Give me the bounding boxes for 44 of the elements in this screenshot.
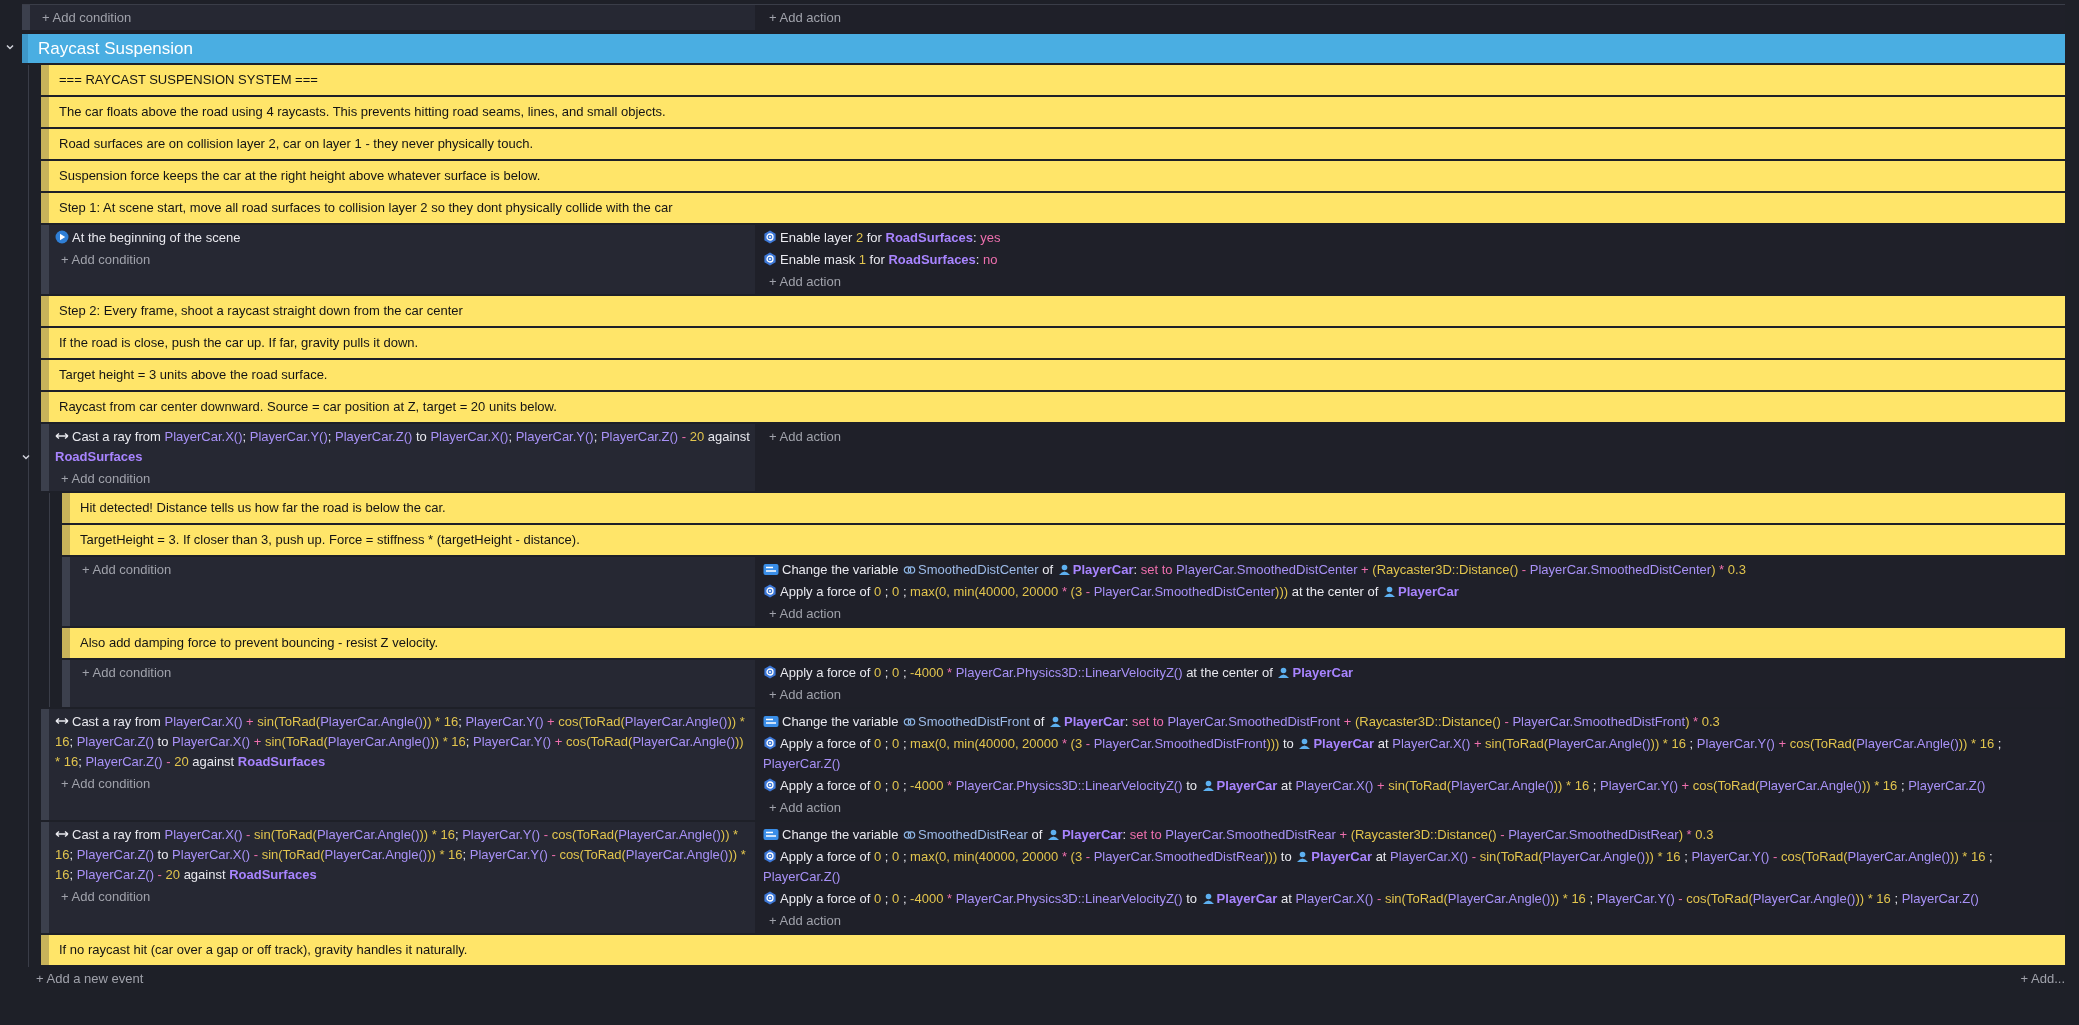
comment-text: Suspension force keeps the car at the right height above whatever surface is below. xyxy=(59,168,541,183)
add-condition-link[interactable]: + Add condition xyxy=(76,559,172,580)
comment-text: Step 1: At scene start, move all road surfaces to collision layer 2 so they dont physically collide with the car xyxy=(59,200,673,215)
action[interactable]: Enable layer 2 for RoadSurfaces: yes xyxy=(763,227,2061,249)
action[interactable]: Apply a force of 0 ; 0 ; max(0, min(40000, 20000 * (3 - PlayerCar.SmoothedDistCenter))) at the center of PlayerCar xyxy=(763,581,2061,603)
action[interactable]: Apply a force of 0 ; 0 ; max(0, min(40000, 20000 * (3 - PlayerCar.SmoothedDistRear))) to PlayerCar at PlayerCar.X() - sin(ToRad(PlayerCar.Angle())) * 16 ; PlayerCar.Y() - cos(ToRad(PlayerCar.Angle())) * 16 ; PlayerCar.Z() xyxy=(763,846,2061,888)
add-condition-link[interactable]: + Add condition xyxy=(55,249,151,270)
action[interactable]: Apply a force of 0 ; 0 ; -4000 * PlayerCar.Physics3D::LinearVelocityZ() at the center of PlayerCar xyxy=(763,662,2061,684)
comment-text: If no raycast hit (car over a gap or off track), gravity handles it naturally. xyxy=(59,942,468,957)
action[interactable]: Change the variable SmoothedDistCenter of PlayerCar: set to PlayerCar.SmoothedDistCenter + (Raycaster3D::Distance() - PlayerCar.SmoothedDistCenter) * 0.3 xyxy=(763,559,2061,581)
add-action-link[interactable]: + Add action xyxy=(763,7,841,28)
add-action-link[interactable]: + Add action xyxy=(763,603,841,624)
add-event-link[interactable]: + Add a new event xyxy=(36,971,144,986)
add-condition-link[interactable]: + Add condition xyxy=(55,468,151,489)
comment-text: Step 2: Every frame, shoot a raycast straight down from the car center xyxy=(59,303,463,318)
add-condition-link[interactable]: + Add condition xyxy=(55,773,151,794)
comment-text: The car floats above the road using 4 raycasts. This prevents hitting road seams, lines, and small objects. xyxy=(59,104,666,119)
action[interactable]: Change the variable SmoothedDistRear of PlayerCar: set to PlayerCar.SmoothedDistRear + (Raycaster3D::Distance() - PlayerCar.SmoothedDistRear) * 0.3 xyxy=(763,824,2061,846)
add-action-link[interactable]: + Add action xyxy=(763,271,841,292)
condition[interactable]: Cast a ray from PlayerCar.X() - sin(ToRad(PlayerCar.Angle())) * 16; PlayerCar.Y() - cos(ToRad(PlayerCar.Angle())) * 16; PlayerCar.Z() to PlayerCar.X() - sin(ToRad(PlayerCar.Angle())) * 16; PlayerCar.Y() - cos(ToRad(PlayerCar.Angle())) * 16; PlayerCar.Z() - 20 against RoadSurfaces xyxy=(55,824,751,886)
action[interactable]: Apply a force of 0 ; 0 ; -4000 * PlayerCar.Physics3D::LinearVelocityZ() to PlayerCar at PlayerCar.X() - sin(ToRad(PlayerCar.Angle())) * 16 ; PlayerCar.Y() - cos(ToRad(PlayerCar.Angle())) * 16 ; PlayerCar.Z() xyxy=(763,888,2061,910)
action[interactable]: Change the variable SmoothedDistFront of PlayerCar: set to PlayerCar.SmoothedDistFront + (Raycaster3D::Distance() - PlayerCar.SmoothedDistFront) * 0.3 xyxy=(763,711,2061,733)
add-condition-link[interactable]: + Add condition xyxy=(36,7,132,28)
comment-text: Hit detected! Distance tells us how far the road is below the car. xyxy=(80,500,446,515)
add-action-link[interactable]: + Add action xyxy=(763,910,841,931)
comment-text: TargetHeight = 3. If closer than 3, push up. Force = stiffness * (targetHeight - distance). xyxy=(80,532,580,547)
add-action-link[interactable]: + Add action xyxy=(763,426,841,447)
condition[interactable]: At the beginning of the scene xyxy=(55,227,751,249)
add-menu-link[interactable]: + Add... xyxy=(2020,971,2065,986)
comment-text: Also add damping force to prevent bouncing - resist Z velocity. xyxy=(80,635,439,650)
condition[interactable]: Cast a ray from PlayerCar.X() + sin(ToRad(PlayerCar.Angle())) * 16; PlayerCar.Y() + cos(ToRad(PlayerCar.Angle())) * 16; PlayerCar.Z() to PlayerCar.X() + sin(ToRad(PlayerCar.Angle())) * 16; PlayerCar.Y() + cos(ToRad(PlayerCar.Angle())) * 16; PlayerCar.Z() - 20 against RoadSurfaces xyxy=(55,711,751,773)
add-action-link[interactable]: + Add action xyxy=(763,797,841,818)
comment-text: === RAYCAST SUSPENSION SYSTEM === xyxy=(59,72,318,87)
action[interactable]: Apply a force of 0 ; 0 ; -4000 * PlayerCar.Physics3D::LinearVelocityZ() to PlayerCar at PlayerCar.X() + sin(ToRad(PlayerCar.Angle())) * 16 ; PlayerCar.Y() + cos(ToRad(PlayerCar.Angle())) * 16 ; PlayerCar.Z() xyxy=(763,775,2061,797)
condition[interactable]: Cast a ray from PlayerCar.X(); PlayerCar.Y(); PlayerCar.Z() to PlayerCar.X(); PlayerCar.Y(); PlayerCar.Z() - 20 against RoadSurfaces xyxy=(55,426,751,468)
action[interactable]: Apply a force of 0 ; 0 ; max(0, min(40000, 20000 * (3 - PlayerCar.SmoothedDistFront))) to PlayerCar at PlayerCar.X() + sin(ToRad(PlayerCar.Angle())) * 16 ; PlayerCar.Y() + cos(ToRad(PlayerCar.Angle())) * 16 ; PlayerCar.Z() xyxy=(763,733,2061,775)
comment-text: Raycast from car center downward. Source = car position at Z, target = 20 units below. xyxy=(59,399,557,414)
comment-text: Target height = 3 units above the road surface. xyxy=(59,367,328,382)
comment-text: If the road is close, push the car up. If far, gravity pulls it down. xyxy=(59,335,419,350)
action[interactable]: Enable mask 1 for RoadSurfaces: no xyxy=(763,249,2061,271)
add-condition-link[interactable]: + Add condition xyxy=(55,886,151,907)
add-action-link[interactable]: + Add action xyxy=(763,684,841,705)
comment-text: Road surfaces are on collision layer 2, car on layer 1 - they never physically touch. xyxy=(59,136,533,151)
add-condition-link[interactable]: + Add condition xyxy=(76,662,172,683)
